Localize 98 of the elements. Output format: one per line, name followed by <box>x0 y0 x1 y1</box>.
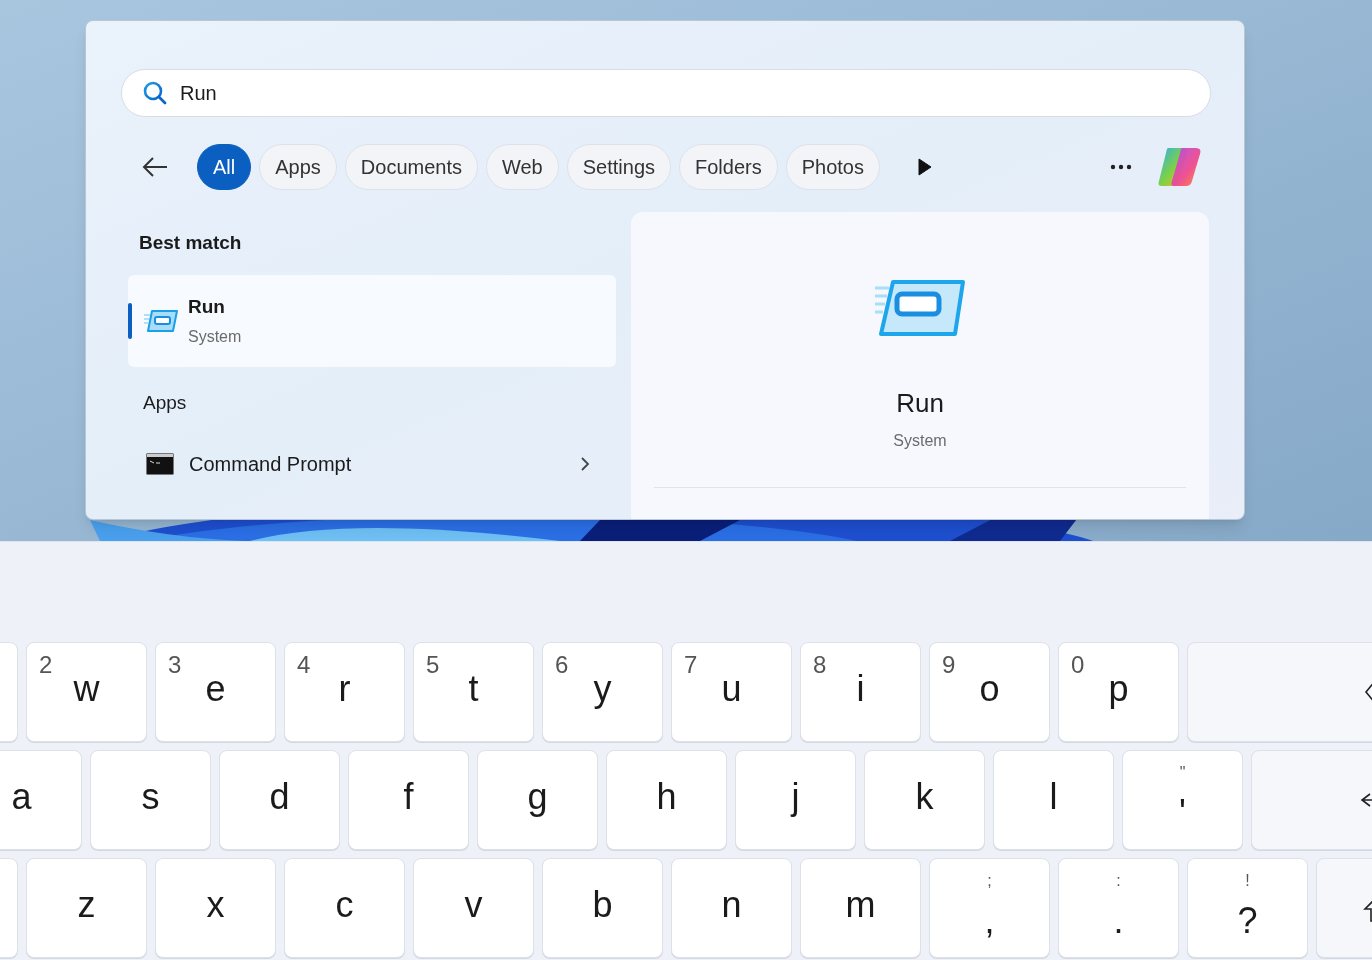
key-label: n <box>721 887 742 923</box>
filter-tab[interactable]: Documents <box>344 144 478 190</box>
key-label: m <box>845 887 876 923</box>
key-label: r <box>338 671 351 707</box>
search-field[interactable]: Run <box>121 69 1211 117</box>
key-secondary-label: 3 <box>168 653 182 677</box>
keyboard-key[interactable]: " ' <box>1122 750 1243 850</box>
key-label: h <box>656 779 677 815</box>
key-label: , <box>984 903 995 939</box>
keyboard-key[interactable]: j <box>735 750 856 850</box>
keyboard-key[interactable]: k <box>864 750 985 850</box>
filter-tab[interactable]: Photos <box>785 144 880 190</box>
keyboard-key[interactable]: 0 p <box>1058 642 1179 742</box>
keyboard-key[interactable]: 9 o <box>929 642 1050 742</box>
result-subtitle: System <box>188 327 242 348</box>
keyboard-key[interactable]: 5 t <box>413 642 534 742</box>
filter-tab[interactable]: Apps <box>259 144 337 190</box>
keyboard-key[interactable]: h <box>606 750 727 850</box>
terminal-icon <box>146 453 174 475</box>
more-icon[interactable] <box>1110 164 1132 170</box>
key-label: p <box>1108 671 1129 707</box>
keyboard-key[interactable]: d <box>219 750 340 850</box>
filter-tab[interactable]: Folders <box>679 144 778 190</box>
keyboard-key[interactable]: v <box>413 858 534 958</box>
keyboard-key[interactable]: n <box>671 858 792 958</box>
key-label: e <box>205 671 226 707</box>
key-label: b <box>592 887 613 923</box>
key-label: g <box>527 779 548 815</box>
back-arrow-icon[interactable] <box>141 155 169 179</box>
key-label: c <box>335 887 354 923</box>
keyboard-key[interactable]: c <box>284 858 405 958</box>
key-label: j <box>791 779 800 815</box>
app-item[interactable]: Command Prompt <box>128 441 616 487</box>
key-secondary-label: 4 <box>297 653 311 677</box>
key-label: l <box>1049 779 1058 815</box>
chevron-right-icon[interactable] <box>580 456 590 472</box>
preview-title: Run <box>896 387 944 420</box>
key-label: d <box>269 779 290 815</box>
keyboard-key[interactable]: b <box>542 858 663 958</box>
key-label: ' <box>1179 795 1186 831</box>
filter-tab[interactable]: Web <box>486 144 559 190</box>
keyboard-key[interactable]: 7 u <box>671 642 792 742</box>
key-secondary-label: 0 <box>1071 653 1085 677</box>
keyboard-key[interactable]: ; , <box>929 858 1050 958</box>
key-label: a <box>11 779 32 815</box>
key-secondary-label: 7 <box>684 653 698 677</box>
keyboard-key[interactable]: 8 i <box>800 642 921 742</box>
key-secondary-label: " <box>1179 765 1186 781</box>
keyboard-key[interactable]: 3 e <box>155 642 276 742</box>
key-label: x <box>206 887 225 923</box>
search-icon <box>142 80 168 106</box>
key-secondary-label: 9 <box>942 653 956 677</box>
preview-subtitle: System <box>893 431 947 451</box>
keyboard-key[interactable]: 4 r <box>284 642 405 742</box>
keyboard-key[interactable]: 6 y <box>542 642 663 742</box>
section-heading: Best match <box>139 231 242 255</box>
enter-icon <box>1360 790 1372 810</box>
key-secondary-label: 2 <box>39 653 53 677</box>
keyboard-key[interactable]: l <box>993 750 1114 850</box>
key-secondary-label: ; <box>987 873 992 889</box>
section-heading: Apps <box>143 391 187 415</box>
search-input[interactable]: Run <box>180 78 1080 108</box>
key-secondary-label: 5 <box>426 653 440 677</box>
keyboard-key[interactable]: : . <box>1058 858 1179 958</box>
keyboard-key[interactable]: s <box>90 750 211 850</box>
key-label: z <box>77 887 96 923</box>
keyboard-key[interactable]: m <box>800 858 921 958</box>
key-label: . <box>1113 903 1124 939</box>
key-secondary-label: : <box>1116 873 1121 889</box>
key-label: y <box>593 671 612 707</box>
key-label: i <box>856 671 865 707</box>
keyboard-key[interactable]: 2 w <box>26 642 147 742</box>
run-icon <box>144 309 178 333</box>
result-item[interactable]: Run System <box>128 275 616 367</box>
keyboard-key[interactable]: g <box>477 750 598 850</box>
keyboard-key[interactable]: a <box>0 750 82 850</box>
keyboard-key[interactable]: x <box>155 858 276 958</box>
keyboard-key[interactable]: f <box>348 750 469 850</box>
app-name: Command Prompt <box>189 452 353 477</box>
key-secondary-label: 8 <box>813 653 827 677</box>
key-label: k <box>915 779 934 815</box>
keyboard-key[interactable]: ! ? <box>1187 858 1308 958</box>
key-label: t <box>468 671 479 707</box>
key-secondary-label: ! <box>1245 873 1250 889</box>
key-label: ? <box>1237 903 1258 939</box>
filter-tab[interactable]: Settings <box>566 144 671 190</box>
result-title: Run <box>188 294 226 319</box>
key-label: w <box>73 671 100 707</box>
key-label: f <box>403 779 414 815</box>
key-label: o <box>979 671 1000 707</box>
key-label: s <box>141 779 160 815</box>
key-label: v <box>464 887 483 923</box>
key-label: u <box>721 671 742 707</box>
keyboard-key[interactable]: z <box>26 858 147 958</box>
run-icon <box>875 280 965 336</box>
filter-tab[interactable]: All <box>197 144 252 190</box>
key-secondary-label: 6 <box>555 653 569 677</box>
play-icon[interactable] <box>918 158 932 176</box>
